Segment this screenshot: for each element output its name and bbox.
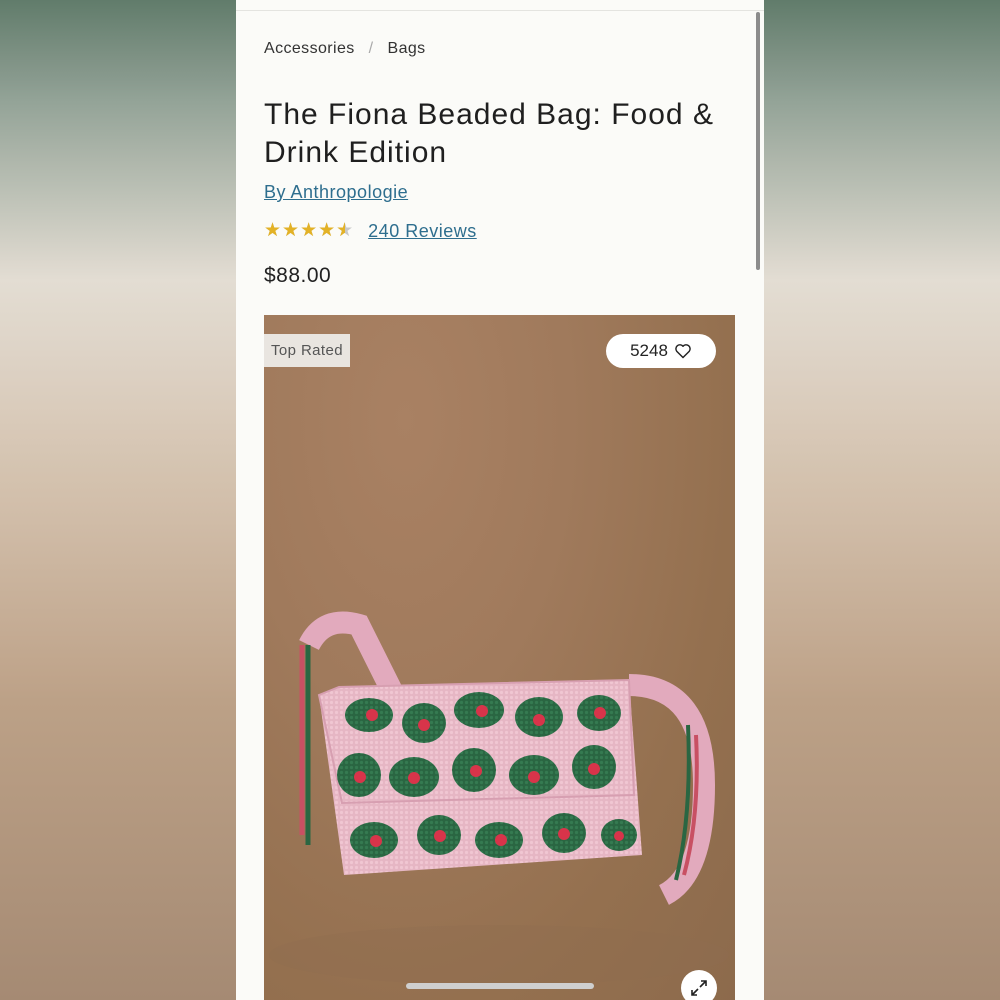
product-image[interactable]: Top Rated 5248 — [264, 315, 735, 1000]
breadcrumb-item-bags[interactable]: Bags — [388, 40, 426, 58]
home-indicator[interactable] — [406, 983, 594, 989]
product-title: The Fiona Beaded Bag: Food & Drink Editi… — [264, 98, 714, 169]
top-rated-badge: Top Rated — [264, 334, 350, 367]
background-blur-left — [0, 0, 236, 1000]
heart-icon — [675, 344, 691, 359]
expand-button[interactable] — [681, 970, 717, 1000]
like-button[interactable]: 5248 — [606, 334, 716, 368]
reviews-link[interactable]: 240 Reviews — [368, 221, 477, 242]
expand-icon — [691, 980, 707, 996]
rating-row: ★★★★★ ★★★★★ 240 Reviews — [264, 220, 477, 242]
product-price: $88.00 — [264, 264, 332, 287]
background-blur-right — [764, 0, 1000, 1000]
breadcrumb: Accessories / Bags — [264, 40, 426, 58]
divider — [236, 10, 764, 11]
breadcrumb-item-accessories[interactable]: Accessories — [264, 40, 355, 58]
breadcrumb-separator: / — [368, 40, 374, 57]
scrollbar[interactable] — [756, 12, 760, 270]
star-rating: ★★★★★ ★★★★★ — [264, 220, 355, 241]
beaded-bag-illustration — [269, 611, 729, 985]
product-page: Accessories / Bags The Fiona Beaded Bag:… — [236, 0, 764, 1000]
like-count: 5248 — [630, 341, 668, 360]
brand-link[interactable]: By Anthropologie — [264, 182, 408, 203]
